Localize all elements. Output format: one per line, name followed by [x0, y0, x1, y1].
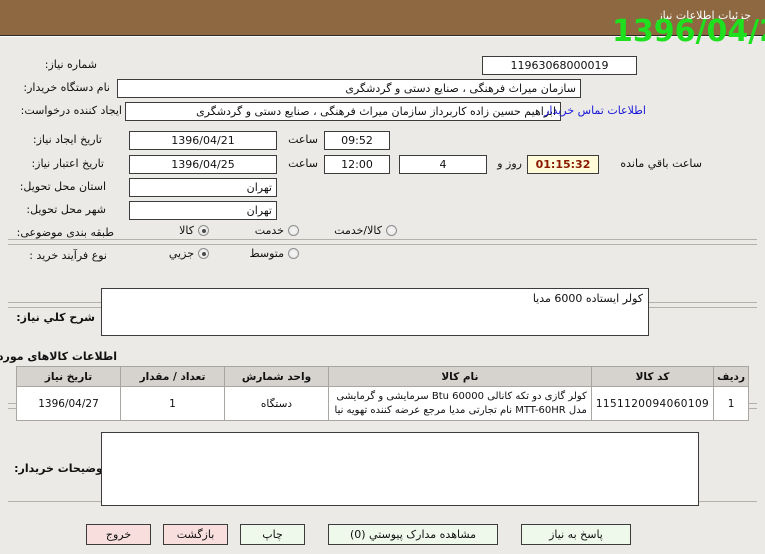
label-need-number: شماره نیاز:	[44, 58, 97, 71]
goods-section-title: اطلاعات کالاهای مورد نیاز	[0, 350, 117, 363]
radio-indicator	[386, 225, 397, 236]
radio-subject-goods-service[interactable]: کالا/خدمت	[334, 224, 397, 237]
radio-purchase-minor[interactable]: جزیي	[169, 247, 209, 260]
radio-indicator	[198, 248, 209, 259]
cell-unit: دستگاه	[224, 386, 329, 421]
label-delivery-province: استان محل تحویل:	[19, 180, 106, 193]
col-name: نام کالا	[328, 366, 592, 387]
cell-code: 1151120094060109	[590, 386, 715, 421]
field-need-number[interactable]: 11963068000019	[482, 56, 637, 75]
radio-label: کالا/خدمت	[334, 224, 382, 237]
radio-purchase-medium[interactable]: متوسط	[249, 247, 299, 260]
view-attachments-button[interactable]: مشاهده مدارک پیوستي (0)	[328, 524, 498, 545]
label-days: روز و	[497, 157, 522, 170]
field-buyer-notes[interactable]	[101, 432, 699, 506]
radio-indicator	[288, 248, 299, 259]
respond-button[interactable]: پاسخ به نیاز	[521, 524, 631, 545]
radio-indicator	[198, 225, 209, 236]
goods-table: ردیف کد کالا نام کالا واحد شمارش تعداد /…	[16, 366, 749, 421]
label-description: شرح کلي نیاز:	[16, 311, 95, 324]
radio-label: جزیي	[168, 247, 194, 260]
label-valid-time: ساعت	[288, 157, 318, 170]
radio-subject-goods[interactable]: کالا	[179, 224, 209, 237]
label-subject-class: طبقه بندی موضوعی:	[16, 226, 114, 239]
buyer-contact-link[interactable]: اطلاعات تماس خریدار	[544, 104, 646, 117]
overlay-date-stamp: 1396/04/21	[612, 14, 765, 49]
label-buyer-notes: توضیحات خریدار:	[14, 462, 107, 475]
field-valid-time[interactable]: 12:00	[324, 155, 390, 174]
label-created-time: ساعت	[288, 133, 318, 146]
field-delivery-city[interactable]: تهران	[129, 201, 277, 220]
field-delivery-province[interactable]: تهران	[129, 178, 277, 197]
col-row-no: ردیف	[713, 366, 749, 387]
col-date: تاریخ نیاز	[16, 366, 121, 387]
field-valid-date[interactable]: 1396/04/25	[129, 155, 277, 174]
field-buyer-org[interactable]: سازمان میراث فرهنگی ، صنایع دستی و گردشگ…	[117, 79, 581, 98]
field-countdown-timer: 01:15:32	[527, 155, 599, 174]
print-button[interactable]: چاپ	[240, 524, 305, 545]
field-created-time[interactable]: 09:52	[324, 131, 390, 150]
radio-label: کالا	[179, 224, 194, 237]
field-created-date[interactable]: 1396/04/21	[129, 131, 277, 150]
label-purchase-type: نوع فرآیند خرید :	[29, 249, 107, 262]
back-button[interactable]: بازگشت	[163, 524, 228, 545]
label-remaining: ساعت باقي مانده	[620, 157, 702, 170]
label-requester: ایجاد کننده درخواست:	[20, 104, 122, 117]
cell-date: 1396/04/27	[16, 386, 121, 421]
col-qty: تعداد / مقدار	[120, 366, 225, 387]
radio-label: متوسط	[249, 247, 284, 260]
exit-button[interactable]: خروج	[86, 524, 151, 545]
cell-qty: 1	[120, 386, 225, 421]
label-created-date: تاریخ ایجاد نیاز:	[32, 133, 102, 146]
table-header-row: ردیف کد کالا نام کالا واحد شمارش تعداد /…	[16, 366, 749, 387]
col-code: کد کالا	[590, 366, 715, 387]
col-unit: واحد شمارش	[224, 366, 329, 387]
footer-button-bar: پاسخ به نیاز مشاهده مدارک پیوستي (0) چاپ…	[0, 524, 765, 546]
cell-row-no: 1	[713, 386, 749, 421]
label-buyer-org: نام دستگاه خریدار:	[23, 81, 110, 94]
label-delivery-city: شهر محل تحویل:	[26, 203, 106, 216]
field-requester[interactable]: ابراهیم حسین زاده کاربرداز سازمان میراث …	[125, 102, 561, 121]
field-remaining-days: 4	[399, 155, 487, 174]
radio-indicator	[288, 225, 299, 236]
radio-subject-service[interactable]: خدمت	[255, 224, 299, 237]
field-description[interactable]: کولر ایستاده 6000 مدیا	[101, 288, 649, 336]
table-row[interactable]: 1 1151120094060109 کولر گازی دو تکه کانا…	[16, 386, 749, 421]
cell-name: کولر گازی دو تکه کانالی 60000 Btu سرمایش…	[328, 386, 592, 421]
need-details-page: هنر گستران جزئیات اطلاعات نیاز 1396/04/2…	[0, 0, 765, 554]
radio-label: خدمت	[254, 224, 284, 237]
label-valid-date: تاریخ اعتبار نیاز:	[31, 157, 104, 170]
